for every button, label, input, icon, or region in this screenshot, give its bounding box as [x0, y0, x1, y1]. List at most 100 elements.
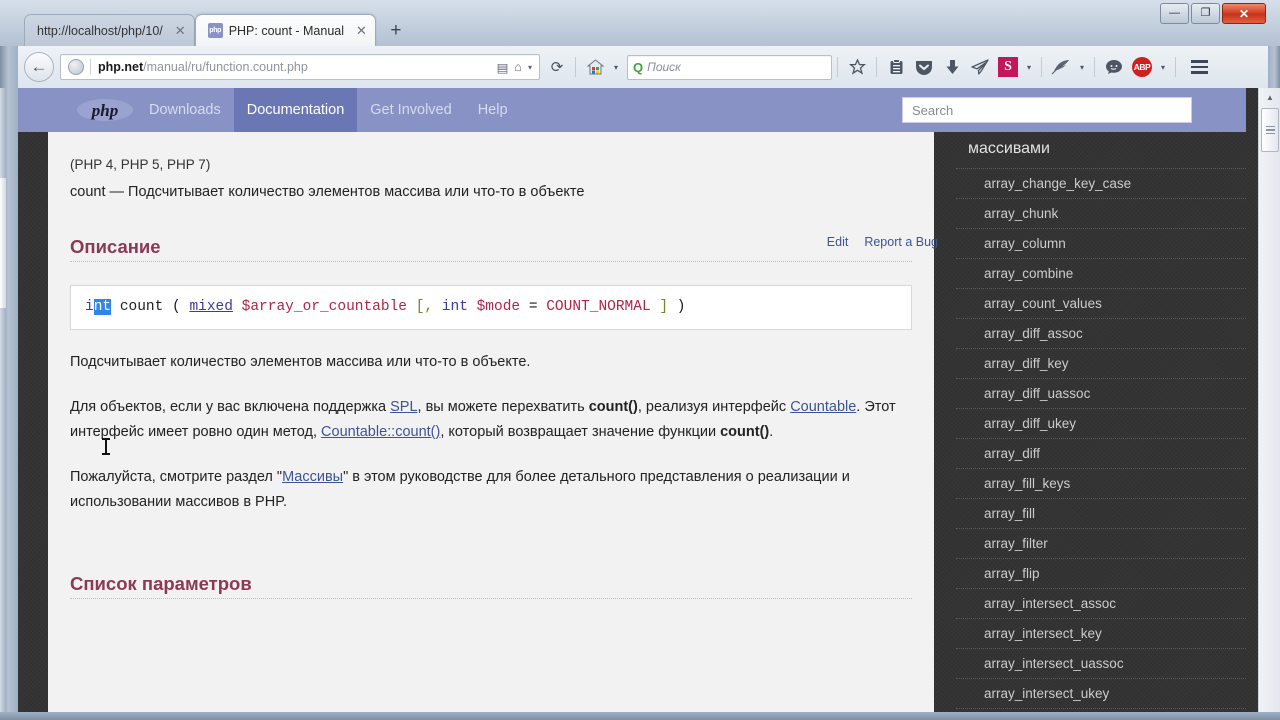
php-logo-icon[interactable]: php — [74, 97, 136, 123]
equals-sign: = — [528, 299, 538, 315]
menu-icon[interactable] — [1184, 53, 1214, 81]
bookmark-home-icon[interactable]: ⌂ — [514, 60, 522, 74]
text-fragment: , реализуя интерфейс — [637, 398, 791, 415]
abp-badge: ABP — [1132, 57, 1152, 77]
return-type-prefix: i — [85, 299, 94, 315]
divider — [837, 57, 838, 77]
new-tab-button[interactable]: + — [382, 16, 410, 46]
sidebar-item-array-diff[interactable]: array_diff — [956, 438, 1246, 468]
downloads-icon[interactable] — [938, 53, 966, 81]
chevron-down-icon[interactable]: ▾ — [528, 63, 532, 72]
vertical-scrollbar[interactable]: ▲ — [1258, 88, 1280, 712]
param1-type[interactable]: mixed — [189, 299, 233, 315]
sidebar-item-array-column[interactable]: array_column — [956, 228, 1246, 258]
version-info: (PHP 4, PHP 5, PHP 7) — [70, 157, 211, 172]
text-fragment: . — [769, 423, 774, 440]
optional-open: [, — [415, 299, 434, 315]
s-addon-icon[interactable]: S — [994, 53, 1022, 81]
link-countable-count[interactable]: Countable::count() — [321, 424, 440, 440]
scrollbar-thumb[interactable] — [1261, 108, 1279, 152]
nav-item-downloads[interactable]: Downloads — [136, 88, 234, 132]
inline-code-count: count() — [720, 423, 770, 440]
sidebar-item-array-intersect[interactable]: array_intersect — [956, 708, 1246, 712]
tab-title: http://localhost/php/10/ — [37, 23, 163, 38]
bookmark-star-icon[interactable] — [843, 53, 871, 81]
sidebar-item-array-fill[interactable]: array_fill — [956, 498, 1246, 528]
close-icon[interactable]: ✕ — [356, 24, 367, 37]
home-icon[interactable] — [581, 53, 609, 81]
return-type-selection: nt — [93, 299, 112, 315]
text-fragment: Пожалуйста, смотрите раздел " — [70, 468, 283, 485]
back-button[interactable]: ← — [24, 52, 54, 82]
sidebar-item-array-diff-key[interactable]: array_diff_key — [956, 348, 1246, 378]
param2-name: $mode — [476, 299, 521, 315]
telegram-icon[interactable] — [966, 53, 994, 81]
open-paren: ( — [172, 299, 181, 315]
sidebar-item-array-fill-keys[interactable]: array_fill_keys — [956, 468, 1246, 498]
link-massivy[interactable]: Массивы — [282, 469, 343, 485]
chevron-down-icon[interactable]: ▾ — [1156, 63, 1170, 72]
feather-icon[interactable] — [1047, 53, 1075, 81]
close-button[interactable]: ✕ — [1222, 3, 1266, 24]
tab-title: PHP: count - Manual — [228, 23, 345, 38]
sidebar-item-array-filter[interactable]: array_filter — [956, 528, 1246, 558]
nav-item-help[interactable]: Help — [465, 88, 521, 132]
sidebar-items: array_change_key_case array_chunk array_co… — [956, 168, 1246, 712]
edit-link[interactable]: Edit — [827, 235, 849, 249]
tab-localhost[interactable]: http://localhost/php/10/ ✕ — [24, 14, 195, 46]
main-content: count (PHP 4, PHP 5, PHP 7) count — Подс… — [48, 88, 934, 712]
nav-item-documentation[interactable]: Documentation — [233, 88, 358, 132]
chevron-down-icon[interactable]: ▾ — [1022, 63, 1036, 72]
sidebar-item-array-count-values[interactable]: array_count_values — [956, 288, 1246, 318]
sidebar-item-array-intersect-key[interactable]: array_intersect_key — [956, 618, 1246, 648]
nav-item-get-involved[interactable]: Get Involved — [357, 88, 464, 132]
left-scroll-rail[interactable] — [0, 88, 6, 712]
link-countable[interactable]: Countable — [790, 399, 856, 415]
sidebar-item-array-diff-ukey[interactable]: array_diff_ukey — [956, 408, 1246, 438]
param2-default: COUNT_NORMAL — [546, 299, 651, 315]
site-search-input[interactable]: Search — [902, 97, 1192, 123]
left-scroll-thumb[interactable] — [0, 178, 6, 308]
link-spl[interactable]: SPL — [390, 399, 417, 415]
sidebar-item-array-intersect-uassoc[interactable]: array_intersect_uassoc — [956, 648, 1246, 678]
sidebar-item-array-change-key-case[interactable]: array_change_key_case — [956, 168, 1246, 198]
method-synopsis[interactable]: int count ( mixed $array_or_countable [,… — [70, 285, 912, 330]
sidebar-item-array-intersect-assoc[interactable]: array_intersect_assoc — [956, 588, 1246, 618]
sidebar-item-array-diff-assoc[interactable]: array_diff_assoc — [956, 318, 1246, 348]
s-badge: S — [998, 57, 1018, 77]
adblock-icon[interactable]: ABP — [1128, 53, 1156, 81]
pocket-icon[interactable] — [910, 53, 938, 81]
reload-icon[interactable]: ⟳ — [544, 54, 570, 80]
function-summary: count — Подсчитывает количество элементо… — [70, 184, 585, 200]
title-bar: http://localhost/php/10/ ✕ php PHP: coun… — [0, 0, 1280, 46]
text-fragment: , вы можете перехватить — [417, 398, 589, 415]
inline-code-count: count() — [588, 398, 638, 415]
chevron-down-icon[interactable]: ▾ — [609, 63, 623, 72]
address-bar[interactable]: php.net/manual/ru/function.count.php ▤ ⌂… — [60, 54, 540, 80]
scroll-up-arrow[interactable]: ▲ — [1259, 88, 1280, 106]
sidebar-item-array-chunk[interactable]: array_chunk — [956, 198, 1246, 228]
optional-close: ] — [659, 299, 669, 315]
sidebar-item-array-combine[interactable]: array_combine — [956, 258, 1246, 288]
reading-list-icon[interactable] — [882, 53, 910, 81]
search-icon: Q — [633, 59, 644, 75]
chat-icon[interactable] — [1100, 53, 1128, 81]
sidebar-item-array-intersect-ukey[interactable]: array_intersect_ukey — [956, 678, 1246, 708]
divider — [1094, 57, 1095, 77]
url-host: php.net — [98, 60, 144, 74]
sidebar-item-array-flip[interactable]: array_flip — [956, 558, 1246, 588]
close-icon[interactable]: ✕ — [175, 24, 186, 37]
tab-php-count-manual[interactable]: php PHP: count - Manual ✕ — [194, 14, 376, 46]
report-bug-link[interactable]: Report a Bug — [864, 235, 938, 249]
browser-window: http://localhost/php/10/ ✕ php PHP: coun… — [0, 0, 1280, 720]
chevron-down-icon[interactable]: ▾ — [1075, 63, 1089, 72]
search-input[interactable]: Q Поиск — [627, 54, 832, 80]
minimize-button[interactable]: — — [1160, 3, 1189, 24]
divider — [70, 261, 912, 262]
paragraph-description: Подсчитывает количество элементов массив… — [70, 353, 531, 370]
tab-strip: http://localhost/php/10/ ✕ php PHP: coun… — [24, 12, 410, 46]
maximize-button[interactable]: ❐ — [1191, 3, 1220, 24]
sidebar-item-array-diff-uassoc[interactable]: array_diff_uassoc — [956, 378, 1246, 408]
reader-mode-icon[interactable]: ▤ — [497, 60, 509, 75]
navigation-toolbar: ← php.net/manual/ru/function.count.php ▤… — [18, 46, 1268, 88]
